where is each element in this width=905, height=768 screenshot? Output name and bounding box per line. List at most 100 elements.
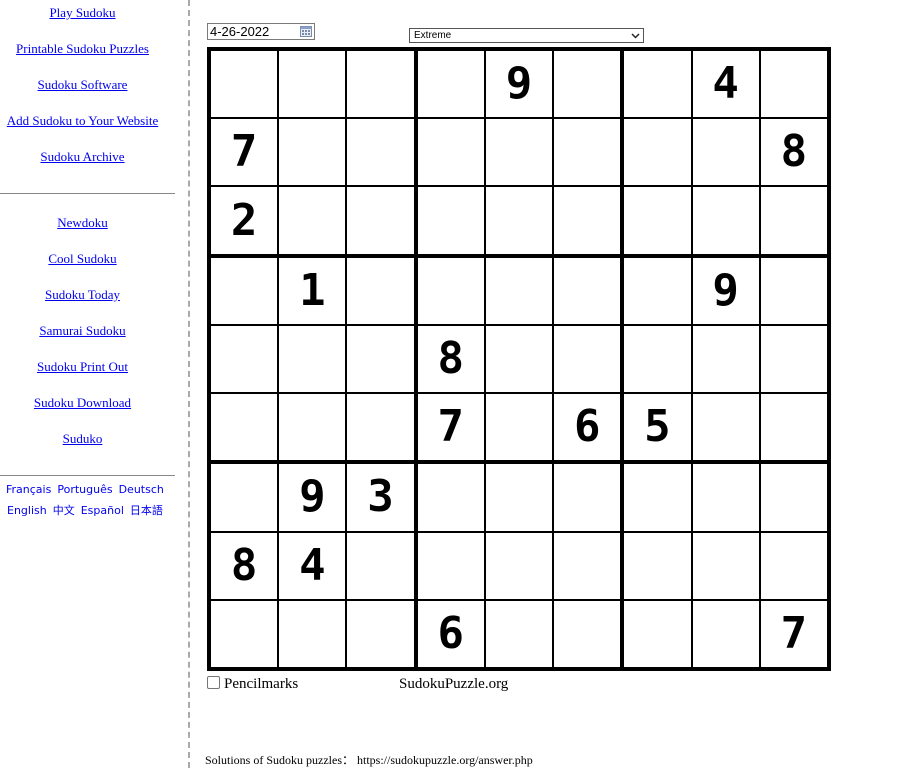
grid-cell[interactable] [483,461,555,533]
grid-cell: 7 [414,392,486,465]
lang-japanese[interactable]: 日本語 [130,504,163,517]
grid-row: 19 [207,254,831,326]
grid-cell[interactable] [277,117,348,188]
grid-cell[interactable] [277,185,348,258]
grid-cell[interactable] [552,254,625,326]
grid-cell[interactable] [345,254,418,326]
nav-sudoku-today[interactable]: Sudoku Today [0,287,165,303]
grid-cell[interactable] [207,392,280,465]
lang-deutsch[interactable]: Deutsch [119,483,164,496]
nav-sudoku-archive[interactable]: Sudoku Archive [0,149,165,165]
grid-cell[interactable] [345,47,418,120]
grid-cell[interactable] [552,117,625,188]
grid-cell[interactable] [207,254,280,326]
grid-cell[interactable] [552,530,625,601]
grid-cell[interactable] [621,323,693,395]
grid-cell[interactable] [483,254,555,326]
nav-sudoku-software[interactable]: Sudoku Software [0,77,165,93]
grid-cell: 8 [207,530,280,601]
grid-cell[interactable] [552,47,625,120]
nav-cool-sudoku[interactable]: Cool Sudoku [0,251,165,267]
grid-cell[interactable] [483,117,555,188]
grid-cell[interactable] [414,461,486,533]
grid-cell[interactable] [552,323,625,395]
grid-cell[interactable] [483,530,555,601]
grid-cell[interactable] [277,47,348,120]
grid-cell[interactable] [690,323,761,395]
grid-cell[interactable] [758,530,831,601]
grid-cell[interactable] [552,185,625,258]
grid-cell[interactable] [345,598,418,671]
lang-francais[interactable]: Français [6,483,51,496]
grid-row: 78 [207,117,831,188]
grid-cell[interactable] [483,185,555,258]
grid-cell[interactable] [414,530,486,601]
grid-cell[interactable] [621,461,693,533]
lang-english[interactable]: English [7,504,47,517]
pencilmarks-checkbox[interactable] [207,676,220,689]
grid-cell[interactable] [414,185,486,258]
footer-solutions-text: Solutions of Sudoku puzzles： https://sud… [205,753,533,767]
grid-cell[interactable] [345,185,418,258]
grid-cell[interactable] [552,598,625,671]
grid-cell[interactable] [758,47,831,120]
grid-cell[interactable] [690,598,761,671]
grid-cell[interactable] [414,254,486,326]
grid-cell[interactable] [690,461,761,533]
grid-cell[interactable] [483,323,555,395]
lang-chinese[interactable]: 中文 [53,504,75,517]
grid-cell[interactable] [621,117,693,188]
nav-printable-sudoku-puzzles[interactable]: Printable Sudoku Puzzles [0,41,165,57]
grid-cell: 4 [277,530,348,601]
date-picker-field[interactable]: 4-26-2022 [207,23,315,40]
grid-cell[interactable] [345,392,418,465]
grid-cell[interactable] [690,117,761,188]
grid-row: 67 [207,598,831,671]
grid-cell[interactable] [414,117,486,188]
grid-cell[interactable] [758,254,831,326]
grid-cell[interactable] [207,461,280,533]
grid-row: 84 [207,530,831,601]
grid-cell[interactable] [621,530,693,601]
grid-cell[interactable] [690,530,761,601]
grid-cell: 1 [277,254,348,326]
grid-cell[interactable] [277,323,348,395]
grid-cell[interactable] [277,598,348,671]
grid-cell[interactable] [207,598,280,671]
nav-samurai-sudoku[interactable]: Samurai Sudoku [0,323,165,339]
grid-cell[interactable] [621,185,693,258]
grid-cell[interactable] [621,47,693,120]
grid-cell[interactable] [621,254,693,326]
grid-cell[interactable] [207,323,280,395]
grid-cell[interactable] [690,392,761,465]
grid-cell[interactable] [758,461,831,533]
calendar-icon[interactable] [300,26,312,37]
difficulty-select[interactable]: Extreme [409,28,644,43]
grid-cell[interactable] [758,392,831,465]
grid-cell[interactable] [277,392,348,465]
nav-suduko[interactable]: Suduko [0,431,165,447]
grid-cell[interactable] [621,598,693,671]
difficulty-value: Extreme [414,30,452,41]
nav-sudoku-download[interactable]: Sudoku Download [0,395,165,411]
language-row: English 中文 Español 日本語 [7,502,169,518]
grid-cell[interactable] [345,530,418,601]
nav-add-sudoku-to-website[interactable]: Add Sudoku to Your Website [0,113,165,129]
grid-cell[interactable] [758,185,831,258]
grid-cell[interactable] [345,323,418,395]
grid-cell[interactable] [483,392,555,465]
grid-cell[interactable] [552,461,625,533]
nav-play-sudoku[interactable]: Play Sudoku [0,5,165,21]
grid-cell[interactable] [414,47,486,120]
grid-cell[interactable] [345,117,418,188]
grid-cell[interactable] [690,185,761,258]
nav-sudoku-print-out[interactable]: Sudoku Print Out [0,359,165,375]
lang-portugues[interactable]: Português [57,483,112,496]
grid-cell[interactable] [483,598,555,671]
grid-cell: 7 [207,117,280,188]
grid-cell[interactable] [207,47,280,120]
nav-newdoku[interactable]: Newdoku [0,215,165,231]
grid-cell[interactable] [758,323,831,395]
sidebar-divider [0,475,175,476]
lang-espanol[interactable]: Español [81,504,124,517]
